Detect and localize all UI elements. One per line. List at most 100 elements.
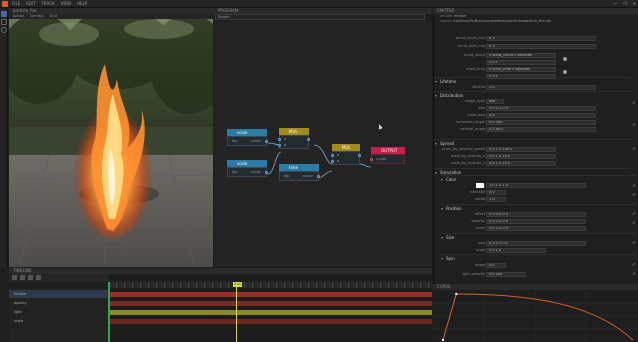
prop-field[interactable]: 0.0 1.0 100.0 bbox=[486, 147, 556, 152]
maximize-button[interactable]: ❐ bbox=[623, 0, 627, 8]
prop-field[interactable]: 0 0.1 bbox=[486, 60, 556, 65]
prop-field[interactable]: 0.0 0.1 0.0 bbox=[486, 106, 596, 111]
track-row-emitter[interactable]: emitter bbox=[9, 290, 108, 298]
section-size[interactable]: Size bbox=[440, 233, 636, 241]
playhead-line[interactable] bbox=[236, 282, 237, 342]
track-clip-light[interactable] bbox=[108, 310, 432, 315]
section-simulation[interactable]: Simulation bbox=[434, 168, 630, 176]
section-color[interactable]: Color bbox=[440, 175, 636, 183]
track-row-opacity[interactable]: opacity bbox=[9, 299, 108, 307]
graph-node-mul-2[interactable]: MUL bbox=[332, 144, 360, 151]
stop-icon[interactable] bbox=[28, 275, 33, 280]
prop-field[interactable]: 0.0 360 bbox=[486, 120, 596, 125]
graph-node-output-body[interactable]: cyclar bbox=[370, 154, 405, 164]
jump-end-icon[interactable] bbox=[36, 275, 41, 280]
prop-field[interactable]: 0.0 180 bbox=[486, 272, 526, 277]
prop-field[interactable]: 0.0 1.0 10.0 bbox=[486, 154, 556, 159]
prop-field[interactable]: 0.0 2.0 0.0 bbox=[486, 219, 586, 224]
reset-icon[interactable]: ↺ bbox=[631, 122, 636, 127]
prop-field[interactable]: 1.0 1.0 1.0 bbox=[486, 183, 586, 188]
section-lifetime[interactable]: Lifetime bbox=[434, 77, 630, 85]
track-clip-opacity[interactable] bbox=[108, 301, 432, 306]
graph-node-scale-2[interactable]: scale bbox=[227, 160, 267, 167]
curve-edit-icon[interactable] bbox=[563, 70, 567, 74]
menu-file[interactable]: FILE bbox=[12, 0, 20, 8]
track-row-scale[interactable]: scale bbox=[9, 317, 108, 325]
rotate-tool-icon[interactable] bbox=[1, 27, 7, 33]
curve-keyframe[interactable] bbox=[455, 292, 458, 296]
prop-field[interactable]: 0 burst_time 5 seconds bbox=[486, 67, 556, 72]
viewport-canvas[interactable] bbox=[9, 19, 213, 267]
node-output-port[interactable] bbox=[265, 140, 268, 143]
prop-field[interactable]: 0.1 bbox=[486, 44, 596, 49]
graph-node-mul-2-body[interactable]: a b bbox=[331, 151, 361, 165]
node-output-port[interactable] bbox=[317, 175, 320, 178]
prop-field[interactable]: 2.0 bbox=[486, 85, 596, 90]
select-tool-icon[interactable] bbox=[1, 11, 7, 17]
node-output-port[interactable] bbox=[358, 154, 361, 157]
node-input-port-a[interactable] bbox=[278, 138, 281, 141]
node-input-port[interactable] bbox=[370, 158, 373, 161]
move-tool-icon[interactable] bbox=[1, 19, 7, 25]
prop-scale-by-velocity-x: scale_by_velocity_x 0.0 1.0 10.0 bbox=[438, 153, 628, 160]
color-swatch[interactable] bbox=[476, 183, 484, 188]
track-clip-scale[interactable] bbox=[108, 319, 432, 324]
reset-icon[interactable]: ↺ bbox=[631, 271, 636, 276]
node-input-port-b[interactable] bbox=[278, 144, 281, 147]
graph-breadcrumb[interactable]: Spawn bbox=[215, 14, 425, 20]
prop-label: size bbox=[478, 106, 485, 110]
node-output-port[interactable] bbox=[265, 171, 268, 174]
reset-icon[interactable]: ↺ bbox=[631, 100, 636, 105]
reset-icon[interactable]: ↺ bbox=[631, 192, 636, 197]
prop-field[interactable]: 0.0 0.0 0.0 bbox=[486, 212, 586, 217]
curve-editor[interactable] bbox=[433, 290, 638, 342]
track-clip-emitter[interactable] bbox=[108, 292, 432, 297]
prop-field[interactable]: 0.0 90.0 bbox=[486, 127, 596, 132]
graph-node-time-body[interactable]: lbp cyclar bbox=[279, 171, 320, 181]
section-distribution[interactable]: Distribution bbox=[434, 91, 630, 99]
prop-field[interactable]: 0.0 1.0 bbox=[486, 248, 546, 253]
play-icon[interactable] bbox=[20, 275, 25, 280]
section-spread[interactable]: Spread bbox=[434, 139, 630, 147]
reset-icon[interactable]: ↺ bbox=[631, 183, 636, 188]
prop-field[interactable]: 0.0 1.0 0.0 bbox=[486, 226, 586, 231]
prop-field[interactable]: 0.2 0.3 0.2 bbox=[486, 241, 586, 246]
prop-dropdown[interactable]: box bbox=[486, 99, 504, 104]
jump-start-icon[interactable] bbox=[12, 275, 17, 280]
prop-field[interactable]: 0.0 1.0 10.0 bbox=[486, 161, 556, 166]
node-input-port-a[interactable] bbox=[331, 154, 334, 157]
menu-track[interactable]: TRACK bbox=[41, 0, 54, 8]
graph-node-mul-1[interactable]: MUL bbox=[279, 128, 309, 135]
node-output-port[interactable] bbox=[307, 138, 310, 141]
range-start-marker[interactable] bbox=[108, 282, 110, 342]
reset-icon[interactable]: ↺ bbox=[631, 146, 636, 151]
prop-field[interactable]: 0.0 bbox=[486, 263, 506, 268]
section-spin[interactable]: Spin bbox=[440, 254, 636, 262]
close-button[interactable]: ✕ bbox=[633, 0, 636, 8]
menu-help[interactable]: HELP bbox=[77, 0, 87, 8]
reset-icon[interactable]: ↺ bbox=[631, 211, 636, 216]
prop-field[interactable]: 5 burst_count 5 seconds bbox=[486, 53, 556, 58]
playhead-marker[interactable]: 0:12 bbox=[233, 282, 242, 287]
prop-field[interactable]: 1.0 bbox=[486, 197, 506, 202]
minimize-button[interactable]: — bbox=[613, 0, 617, 8]
graph-node-time[interactable]: time bbox=[279, 164, 319, 171]
prop-field[interactable]: 0.0 bbox=[486, 113, 596, 118]
reset-icon[interactable]: ↺ bbox=[631, 262, 636, 267]
curve-keyframe[interactable] bbox=[441, 338, 445, 342]
menu-edit[interactable]: EDIT bbox=[26, 0, 35, 8]
prop-field[interactable]: 0.0 bbox=[486, 190, 506, 195]
reset-icon[interactable]: ↺ bbox=[631, 220, 636, 225]
node-input-port-b[interactable] bbox=[331, 160, 334, 163]
prop-field[interactable]: 0.1 bbox=[486, 36, 596, 41]
graph-node-mul-1-body[interactable]: a b bbox=[278, 135, 310, 149]
graph-node-scale-1-body[interactable]: lbp cyclar bbox=[227, 136, 268, 146]
graph-node-output[interactable]: OUTPUT bbox=[371, 147, 405, 154]
section-position[interactable]: Position bbox=[440, 204, 636, 212]
reset-icon[interactable]: ↺ bbox=[631, 240, 636, 245]
graph-node-scale-2-body[interactable]: lbp cyclar bbox=[227, 167, 268, 177]
curve-edit-icon[interactable] bbox=[563, 57, 567, 61]
track-row-light[interactable]: light bbox=[9, 308, 108, 316]
graph-node-scale-1[interactable]: scale bbox=[227, 129, 267, 136]
menu-view[interactable]: VIEW bbox=[61, 0, 71, 8]
